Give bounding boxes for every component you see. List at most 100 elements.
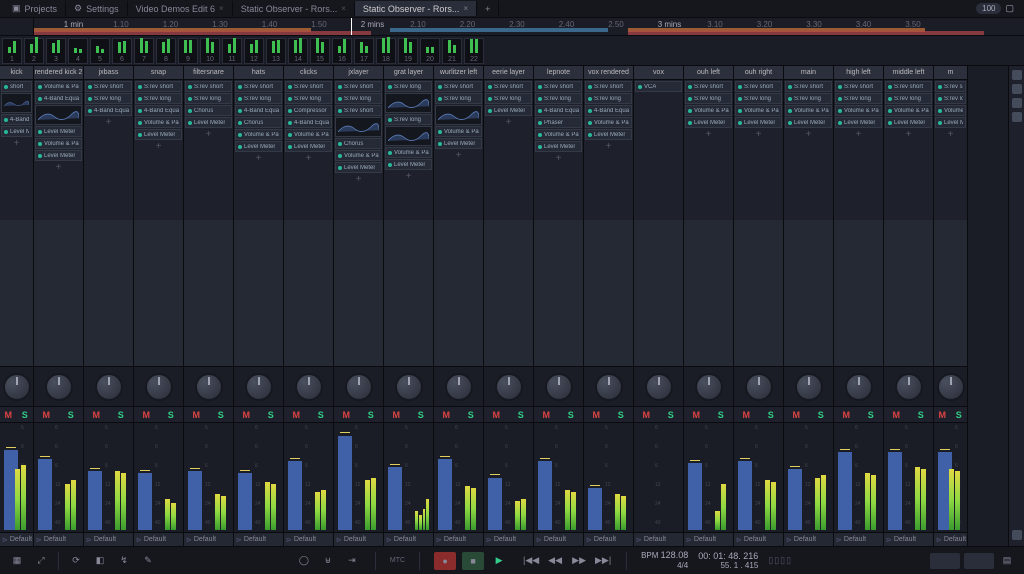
insert-slot[interactable]: Volume & Pan Plugin (835, 105, 882, 116)
insert-slot[interactable]: S:rev long (785, 93, 832, 104)
preset-selector[interactable]: ⊳Default (884, 532, 933, 546)
fader[interactable]: 606122440 (384, 422, 433, 532)
channel-name[interactable]: jxlayer (334, 66, 383, 80)
insert-slot[interactable]: S:rev long (385, 81, 432, 92)
mute-button[interactable]: M (334, 407, 359, 422)
solo-button[interactable]: S (609, 407, 634, 422)
insert-slot[interactable]: Volume & Pan Plugin (785, 105, 832, 116)
channel-name[interactable]: ouh right (734, 66, 783, 80)
mute-button[interactable]: M (934, 407, 951, 422)
master-slot[interactable]: 3 (46, 38, 66, 64)
fader[interactable]: 606122440 (434, 422, 483, 532)
channel-name[interactable]: main (784, 66, 833, 80)
fader[interactable]: 606122440 (184, 422, 233, 532)
solo-button[interactable]: S (409, 407, 434, 422)
preset-selector[interactable]: ⊳Default (84, 532, 133, 546)
master-slot[interactable]: 7 (134, 38, 154, 64)
pan-knob[interactable] (45, 373, 73, 401)
mute-button[interactable]: M (384, 407, 409, 422)
insert-slot[interactable]: Volume & Pan Plugin (235, 129, 282, 140)
loop-icon[interactable]: ◯ (295, 552, 313, 570)
insert-slot[interactable]: Volume & Pan Plugin (135, 117, 182, 128)
tab[interactable]: ⚙ Settings (66, 1, 128, 16)
insert-slot[interactable]: Volume & Pan Plugin (285, 129, 332, 140)
solo-button[interactable]: S (509, 407, 534, 422)
preset-selector[interactable]: ⊳Default (384, 532, 433, 546)
tab[interactable]: + (477, 1, 499, 16)
add-insert-button[interactable]: + (1, 138, 32, 149)
side-icon[interactable] (1012, 70, 1022, 80)
midi-icon[interactable]: ◧ (91, 552, 109, 570)
insert-slot[interactable]: S:rev short (835, 81, 882, 92)
bpm-value[interactable]: 128.08 (661, 550, 689, 560)
solo-button[interactable]: S (859, 407, 884, 422)
insert-slot[interactable]: S:rev long (385, 114, 432, 125)
master-slot[interactable]: 9 (178, 38, 198, 64)
channel-name[interactable]: grat layer (384, 66, 433, 80)
insert-slot[interactable]: 4-Band Equaliser (85, 105, 132, 116)
insert-slot[interactable]: S:rev long (535, 93, 582, 104)
insert-slot[interactable]: S:rev short (335, 105, 382, 116)
master-slot[interactable]: 1 (2, 38, 22, 64)
insert-slot[interactable]: Volume & Pan Plugin (35, 81, 82, 92)
preset-selector[interactable]: ⊳Default (184, 532, 233, 546)
master-slot[interactable]: 12 (244, 38, 264, 64)
channel-name[interactable]: middle left (884, 66, 933, 80)
preset-selector[interactable]: ⊳Default (334, 532, 383, 546)
timesig-boxes[interactable]: ▯▯▯▯ (768, 555, 792, 566)
fader[interactable]: 606122440 (134, 422, 183, 532)
pan-knob[interactable] (595, 373, 623, 401)
add-insert-button[interactable]: + (585, 141, 632, 152)
solo-button[interactable]: S (59, 407, 84, 422)
channel-name[interactable]: m (934, 66, 967, 80)
grid-icon[interactable]: ▦ (8, 552, 26, 570)
insert-slot[interactable]: Volume & Pan Plugin (435, 126, 482, 137)
insert-slot[interactable]: Level Meter (285, 141, 332, 152)
tool-icon[interactable]: ✎ (139, 552, 157, 570)
output-meter[interactable] (930, 553, 960, 569)
mute-button[interactable]: M (434, 407, 459, 422)
insert-slot[interactable]: Level Meter (435, 138, 482, 149)
fader[interactable]: 606122440 (84, 422, 133, 532)
insert-slot[interactable]: Chorus (235, 117, 282, 128)
pan-knob[interactable] (145, 373, 173, 401)
master-slot[interactable]: 18 (376, 38, 396, 64)
insert-slot[interactable]: 4-Band Equaliser (1, 114, 32, 125)
insert-slot[interactable]: Compressor (285, 105, 332, 116)
solo-button[interactable]: S (559, 407, 584, 422)
insert-slot[interactable]: Chorus (185, 105, 232, 116)
insert-slot[interactable]: S:rev long (285, 93, 332, 104)
pan-knob[interactable] (445, 373, 473, 401)
master-slot[interactable]: 14 (288, 38, 308, 64)
rewind-start-button[interactable]: |◀◀ (522, 552, 540, 570)
insert-slot[interactable]: S:rev long (835, 93, 882, 104)
solo-button[interactable]: S (17, 407, 34, 422)
master-slot[interactable]: 19 (398, 38, 418, 64)
mute-button[interactable]: M (834, 407, 859, 422)
mute-button[interactable]: M (884, 407, 909, 422)
mute-button[interactable]: M (684, 407, 709, 422)
fader[interactable]: 606122440 (734, 422, 783, 532)
preset-selector[interactable]: ⊳Default (734, 532, 783, 546)
fader[interactable]: 606122440 (934, 422, 967, 532)
side-icon[interactable] (1012, 98, 1022, 108)
insert-slot[interactable]: Chorus (335, 138, 382, 149)
output-meter[interactable] (964, 553, 994, 569)
preset-selector[interactable]: ⊳Default (34, 532, 83, 546)
master-slot[interactable]: 6 (112, 38, 132, 64)
add-insert-button[interactable]: + (185, 129, 232, 140)
insert-slot[interactable]: Volume & Pan Plugin (735, 105, 782, 116)
insert-slot[interactable]: S:rev long (585, 93, 632, 104)
master-slot[interactable]: 8 (156, 38, 176, 64)
insert-slot[interactable]: S:rev short (935, 81, 966, 92)
fader[interactable]: 606122440 (0, 422, 33, 532)
bars-value[interactable]: 55. 1 . 415 (698, 561, 758, 571)
channel-name[interactable]: hats (234, 66, 283, 80)
insert-slot[interactable]: S:rev short (435, 81, 482, 92)
insert-slot[interactable]: S:rev long (935, 93, 966, 104)
mute-button[interactable]: M (634, 407, 659, 422)
insert-slot[interactable] (1, 93, 32, 113)
insert-slot[interactable]: S:rev short (785, 81, 832, 92)
cpu-icon[interactable]: ▤ (998, 552, 1016, 570)
channel-name[interactable]: wurlitzer left (434, 66, 483, 80)
